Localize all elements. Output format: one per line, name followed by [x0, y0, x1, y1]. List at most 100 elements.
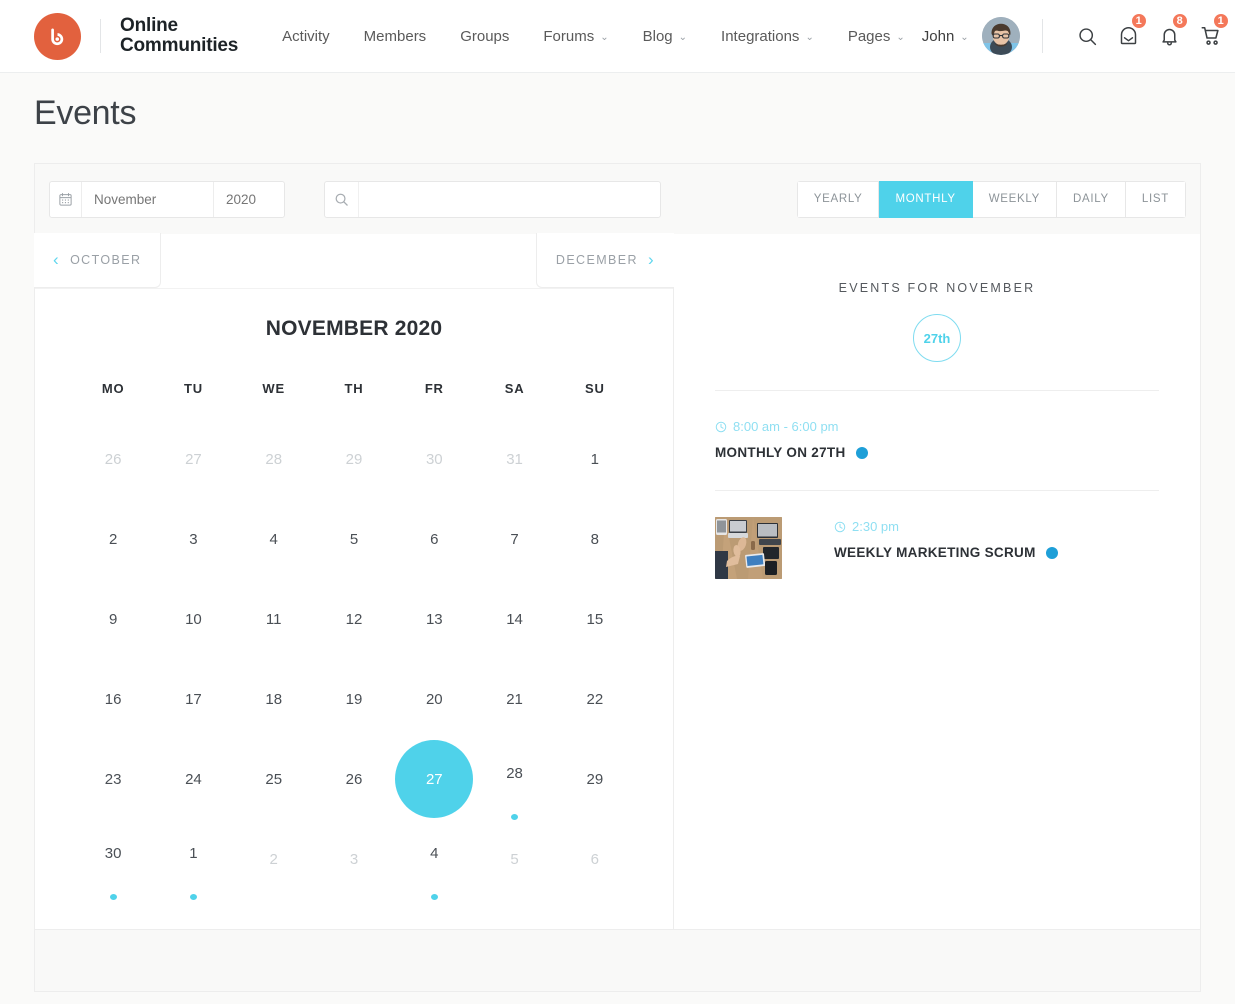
- year-select[interactable]: 2020: [214, 182, 284, 217]
- calendar-icon[interactable]: [50, 182, 82, 217]
- calendar-day-number: 12: [315, 580, 393, 658]
- calendar-day[interactable]: 16: [73, 660, 153, 740]
- calendar-day[interactable]: 29: [555, 740, 635, 820]
- calendar-day-number: 25: [235, 740, 313, 818]
- event-item[interactable]: 2:30 pm WEEKLY MARKETING SCRUM: [715, 490, 1159, 609]
- view-btn-weekly[interactable]: WEEKLY: [973, 181, 1057, 218]
- calendar-day[interactable]: 4: [234, 500, 314, 580]
- user-menu[interactable]: John ⌄: [922, 17, 1020, 55]
- calendar-day[interactable]: 2: [234, 820, 314, 900]
- weekday-fr: FR: [394, 381, 474, 396]
- calendar-day-number: 29: [315, 420, 393, 498]
- page-title: Events: [0, 73, 1235, 133]
- avatar[interactable]: [982, 17, 1020, 55]
- calendar-day[interactable]: 5: [314, 500, 394, 580]
- calendar-day-number: 1: [556, 420, 634, 498]
- calendar-day[interactable]: 30: [394, 420, 474, 500]
- search-box[interactable]: [324, 181, 661, 218]
- calendar-day[interactable]: 28: [474, 740, 554, 820]
- weekday-th: TH: [314, 381, 394, 396]
- calendar-day[interactable]: 11: [234, 580, 314, 660]
- view-btn-monthly[interactable]: MONTHLY: [879, 181, 972, 218]
- calendar-day[interactable]: 18: [234, 660, 314, 740]
- nav-item-pages[interactable]: Pages ⌄: [831, 28, 922, 45]
- calendar-day-number: 20: [395, 660, 473, 738]
- event-item[interactable]: 8:00 am - 6:00 pm MONTHLY ON 27TH: [715, 390, 1159, 490]
- event-title-text: MONTHLY ON 27TH: [715, 445, 846, 460]
- brand-name: Online Communities: [120, 16, 238, 57]
- event-thumbnail[interactable]: [715, 517, 782, 579]
- calendar-day[interactable]: 23: [73, 740, 153, 820]
- calendar-day[interactable]: 27: [153, 420, 233, 500]
- nav-label: Pages: [848, 28, 891, 45]
- calendar-day[interactable]: 26: [314, 740, 394, 820]
- footer-panel: [34, 930, 1201, 992]
- nav-item-forums[interactable]: Forums ⌄: [526, 28, 625, 45]
- calendar-day[interactable]: 24: [153, 740, 233, 820]
- weekday-su: SU: [555, 381, 635, 396]
- calendar-day[interactable]: 9: [73, 580, 153, 660]
- calendar-day[interactable]: 7: [474, 500, 554, 580]
- cart-button[interactable]: 1: [1193, 21, 1229, 51]
- event-title[interactable]: WEEKLY MARKETING SCRUM: [834, 545, 1159, 560]
- view-btn-daily[interactable]: DAILY: [1057, 181, 1126, 218]
- month-select[interactable]: November: [82, 182, 214, 217]
- nav-item-integrations[interactable]: Integrations ⌄: [704, 28, 831, 45]
- calendar-day-number: 4: [395, 820, 473, 886]
- calendar-day-number: 30: [395, 420, 473, 498]
- event-category-dot: [856, 447, 868, 459]
- calendar-day[interactable]: 22: [555, 660, 635, 740]
- calendar-day[interactable]: 29: [314, 420, 394, 500]
- calendar-day-event-dot: [190, 894, 197, 900]
- nav-item-blog[interactable]: Blog ⌄: [626, 28, 704, 45]
- next-month-button[interactable]: DECEMBER ›: [536, 233, 674, 288]
- calendar-day-number: 29: [556, 740, 634, 818]
- calendar-day[interactable]: 31: [474, 420, 554, 500]
- calendar-day[interactable]: 4: [394, 820, 474, 900]
- calendar-day[interactable]: 6: [394, 500, 474, 580]
- calendar-day[interactable]: 3: [314, 820, 394, 900]
- buddyboss-logo-icon[interactable]: [34, 13, 81, 60]
- calendar-day[interactable]: 21: [474, 660, 554, 740]
- messages-button[interactable]: 1: [1111, 21, 1147, 51]
- notifications-button[interactable]: 8: [1152, 21, 1188, 51]
- calendar-day[interactable]: 19: [314, 660, 394, 740]
- calendar-day-number: 15: [556, 580, 634, 658]
- event-title[interactable]: MONTHLY ON 27TH: [715, 445, 1159, 460]
- date-picker[interactable]: November 2020: [49, 181, 285, 218]
- nav-item-members[interactable]: Members: [347, 28, 444, 45]
- calendar-day-number: 5: [315, 500, 393, 578]
- calendar-day[interactable]: 1: [555, 420, 635, 500]
- calendar-day[interactable]: 13: [394, 580, 474, 660]
- calendar-day-number: 10: [154, 580, 232, 658]
- selected-date-badge[interactable]: 27th: [913, 314, 961, 362]
- calendar-day[interactable]: 5: [474, 820, 554, 900]
- calendar-day[interactable]: 28: [234, 420, 314, 500]
- calendar-day[interactable]: 14: [474, 580, 554, 660]
- prev-month-button[interactable]: ‹ OCTOBER: [34, 233, 161, 288]
- calendar-day[interactable]: 1: [153, 820, 233, 900]
- nav-item-groups[interactable]: Groups: [443, 28, 526, 45]
- calendar-day[interactable]: 10: [153, 580, 233, 660]
- view-btn-yearly[interactable]: YEARLY: [797, 181, 880, 218]
- calendar-day[interactable]: 15: [555, 580, 635, 660]
- calendar-day[interactable]: 25: [234, 740, 314, 820]
- calendar-day[interactable]: 26: [73, 420, 153, 500]
- calendar-day[interactable]: 30: [73, 820, 153, 900]
- calendar-day[interactable]: 20: [394, 660, 474, 740]
- calendar-day[interactable]: 3: [153, 500, 233, 580]
- calendar-day-event-dot: [431, 894, 438, 900]
- calendar-day[interactable]: 12: [314, 580, 394, 660]
- search-button[interactable]: [1070, 21, 1106, 51]
- chevron-left-icon: ‹: [53, 250, 60, 270]
- calendar-day[interactable]: 27: [394, 740, 474, 820]
- nav-item-activity[interactable]: Activity: [265, 28, 347, 45]
- clock-icon: [834, 521, 846, 533]
- calendar-day[interactable]: 6: [555, 820, 635, 900]
- calendar-day[interactable]: 8: [555, 500, 635, 580]
- brand[interactable]: Online Communities: [34, 13, 238, 60]
- calendar-day[interactable]: 2: [73, 500, 153, 580]
- search-input[interactable]: [359, 182, 660, 217]
- calendar-day[interactable]: 17: [153, 660, 233, 740]
- view-btn-list[interactable]: LIST: [1126, 181, 1186, 218]
